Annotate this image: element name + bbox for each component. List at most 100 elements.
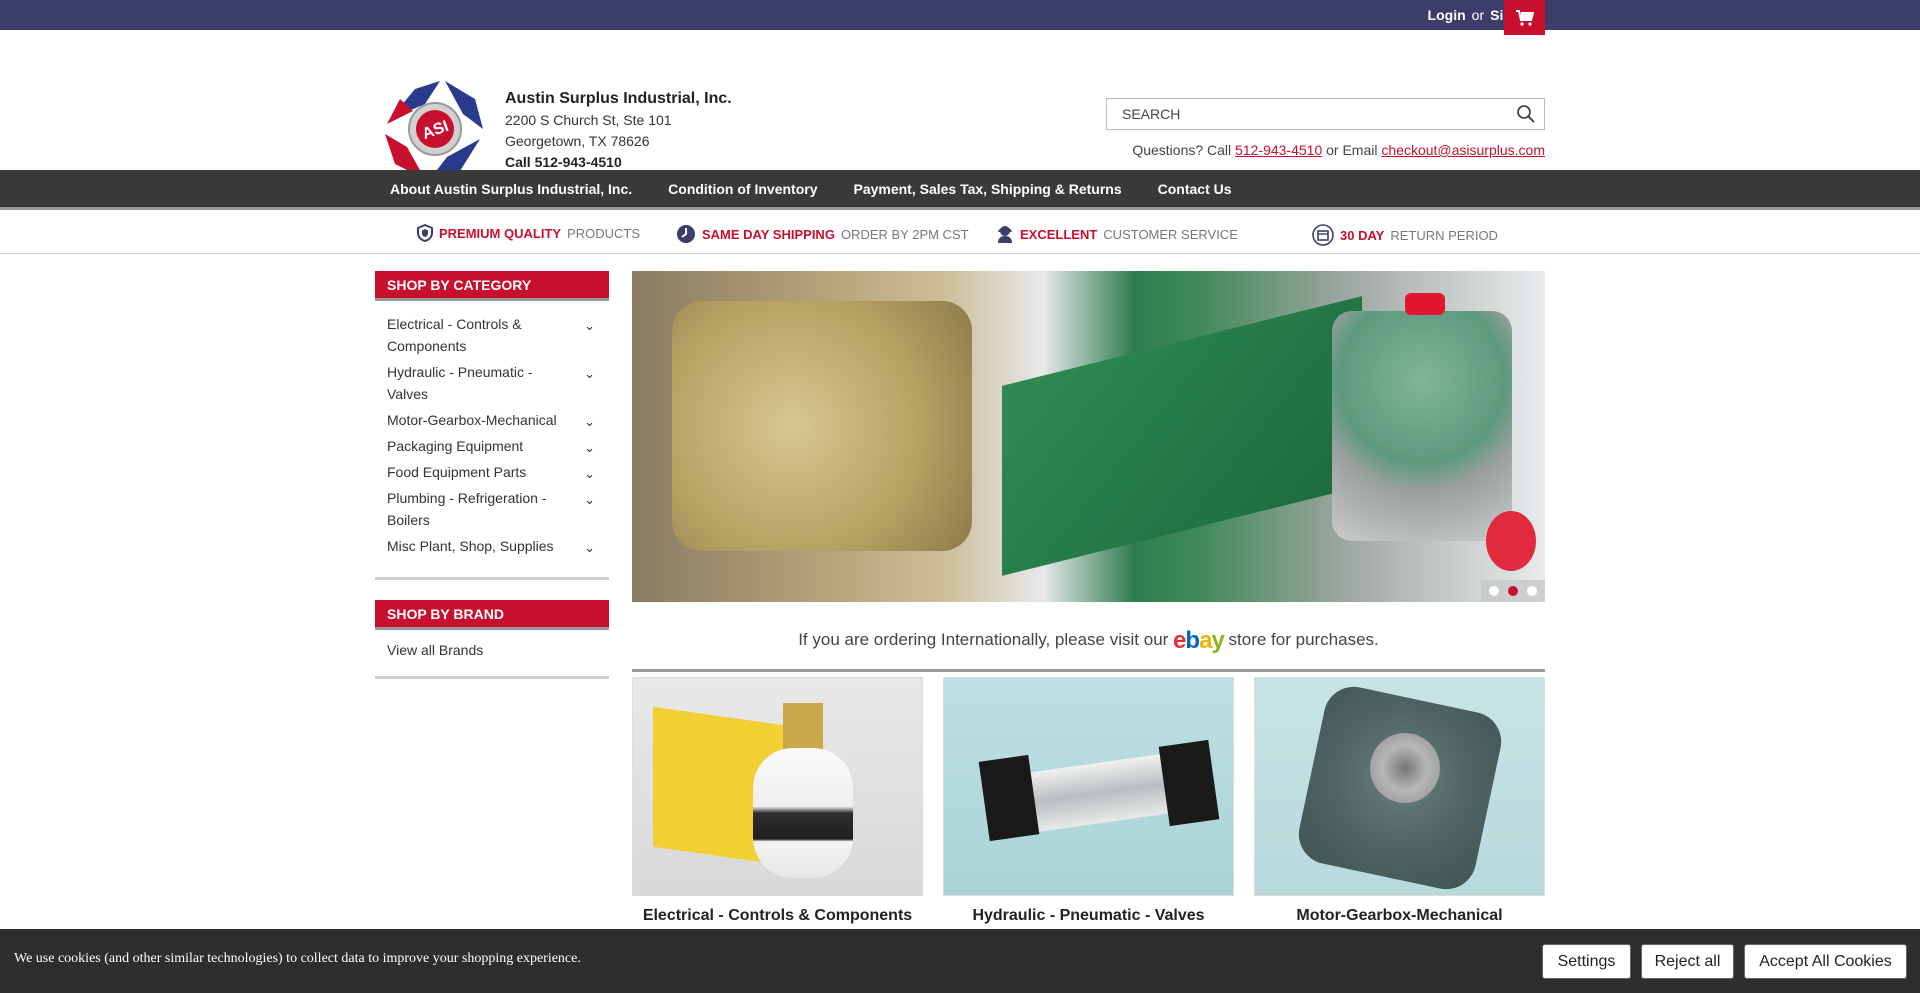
category-label[interactable]: Packaging Equipment — [387, 438, 523, 454]
tile-caption[interactable]: Motor-Gearbox-Mechanical — [1254, 907, 1545, 925]
category-label[interactable]: Electrical - Controls & Components — [387, 316, 522, 354]
view-all-brands-link[interactable]: View all Brands — [375, 630, 609, 676]
international-notice: If you are ordering Internationally, ple… — [632, 627, 1545, 672]
company-info: Austin Surplus Industrial, Inc. 2200 S C… — [505, 88, 732, 173]
company-address-line1: 2200 S Church St, Ste 101 — [505, 112, 672, 128]
chevron-down-icon[interactable]: ⌄ — [584, 363, 595, 385]
questions-prefix: Questions? Call — [1132, 142, 1232, 158]
intl-text-after: store for purchases. — [1228, 630, 1379, 649]
nav-item-payment[interactable]: Payment, Sales Tax, Shipping & Returns — [853, 181, 1121, 197]
category-tile[interactable]: Electrical - Controls & Components — [632, 677, 923, 925]
nav-item-about[interactable]: About Austin Surplus Industrial, Inc. — [390, 181, 632, 197]
hero-carousel[interactable] — [632, 271, 1545, 602]
perk-returns-bold: 30 DAY — [1340, 227, 1385, 243]
valve-cap — [1405, 293, 1445, 315]
nav-item-contact[interactable]: Contact Us — [1158, 181, 1232, 197]
perk-quality: PREMIUM QUALITY PRODUCTS — [417, 224, 640, 242]
tile-image[interactable] — [943, 677, 1234, 896]
bearing-hole-shape — [1370, 733, 1440, 803]
carousel-dots — [1481, 580, 1545, 602]
perk-shipping-bold: SAME DAY SHIPPING — [702, 226, 835, 242]
perk-quality-bold: PREMIUM QUALITY — [439, 225, 562, 241]
prong-shape — [783, 703, 823, 753]
category-label[interactable]: Food Equipment Parts — [387, 464, 526, 480]
contact-line: Questions? Call 512-943-4510 or Email ch… — [1132, 142, 1545, 158]
headset-icon — [998, 226, 1012, 243]
top-bar: Login or Sign Up — [0, 0, 1920, 35]
perk-shipping: SAME DAY SHIPPING ORDER BY 2PM CST — [676, 224, 969, 244]
category-tile[interactable]: Motor-Gearbox-Mechanical — [1254, 677, 1545, 925]
phone-link[interactable]: 512-943-4510 — [1235, 142, 1322, 158]
tile-image[interactable] — [1254, 677, 1545, 896]
cart-icon — [1515, 9, 1534, 26]
category-label[interactable]: Motor-Gearbox-Mechanical — [387, 412, 557, 428]
carousel-dot-3[interactable] — [1526, 586, 1537, 596]
perk-returns-rest: RETURN PERIOD — [1390, 227, 1498, 243]
questions-middle: or Email — [1326, 142, 1378, 158]
carousel-dot-1[interactable] — [1489, 586, 1500, 596]
chevron-down-icon[interactable]: ⌄ — [584, 463, 595, 485]
category-item[interactable]: Hydraulic - Pneumatic - Valves ⌄ — [387, 361, 597, 405]
motor-image — [672, 301, 972, 551]
calendar-icon — [1312, 224, 1334, 246]
category-item[interactable]: Packaging Equipment ⌄ — [387, 435, 597, 457]
cookie-banner: We use cookies (and other similar techno… — [0, 929, 1920, 993]
category-label[interactable]: Hydraulic - Pneumatic - Valves — [387, 364, 533, 402]
perk-service-rest: CUSTOMER SERVICE — [1103, 226, 1238, 242]
perk-service: EXCELLENT CUSTOMER SERVICE — [996, 224, 1238, 244]
search-placeholder: SEARCH — [1122, 106, 1181, 122]
perk-service-bold: EXCELLENT — [1020, 226, 1098, 242]
chevron-down-icon[interactable]: ⌄ — [584, 437, 595, 459]
cylinder-cap — [978, 754, 1040, 842]
category-heading: SHOP BY CATEGORY — [375, 271, 609, 301]
perk-returns: 30 DAY RETURN PERIOD — [1312, 224, 1498, 246]
company-address-line2: Georgetown, TX 78626 — [505, 133, 650, 149]
ebay-letter: e — [1173, 627, 1186, 654]
category-label[interactable]: Plumbing - Refrigeration - Boilers — [387, 490, 547, 528]
chevron-down-icon[interactable]: ⌄ — [584, 411, 595, 433]
login-link[interactable]: Login — [1428, 7, 1466, 23]
ebay-letter: y — [1211, 627, 1224, 654]
category-list: Electrical - Controls & Components ⌄ Hydr… — [375, 301, 609, 577]
category-tile[interactable]: Hydraulic - Pneumatic - Valves — [943, 677, 1234, 925]
ebay-letter: b — [1185, 627, 1200, 654]
cookie-reject-button[interactable]: Reject all — [1641, 944, 1734, 979]
category-item[interactable]: Misc Plant, Shop, Supplies ⌄ — [387, 535, 597, 557]
perk-shipping-rest: ORDER BY 2PM CST — [840, 226, 969, 242]
carousel-dot-2[interactable] — [1507, 586, 1518, 596]
perks-bar: PREMIUM QUALITY PRODUCTS SAME DAY SHIPPI… — [0, 213, 1920, 254]
category-tiles: Electrical - Controls & Components Hydra… — [632, 677, 1545, 925]
chevron-down-icon[interactable]: ⌄ — [584, 315, 595, 337]
cookie-settings-button[interactable]: Settings — [1542, 944, 1631, 979]
tile-image[interactable] — [632, 677, 923, 896]
clock-icon — [677, 225, 695, 243]
shield-icon — [417, 224, 433, 242]
tile-caption[interactable]: Hydraulic - Pneumatic - Valves — [943, 907, 1234, 925]
tile-caption[interactable]: Electrical - Controls & Components — [632, 907, 923, 925]
category-item[interactable]: Motor-Gearbox-Mechanical ⌄ — [387, 409, 597, 431]
or-text: or — [1471, 7, 1485, 23]
search-input[interactable]: SEARCH — [1106, 98, 1545, 130]
category-item[interactable]: Electrical - Controls & Components ⌄ — [387, 313, 597, 357]
category-item[interactable]: Plumbing - Refrigeration - Boilers ⌄ — [387, 487, 597, 531]
plug-shape — [753, 748, 853, 878]
category-item[interactable]: Food Equipment Parts ⌄ — [387, 461, 597, 483]
email-link[interactable]: checkout@asisurplus.com — [1381, 142, 1545, 158]
perk-quality-rest: PRODUCTS — [567, 225, 641, 241]
circuit-board-image — [1002, 296, 1362, 576]
company-name: Austin Surplus Industrial, Inc. — [505, 90, 732, 107]
brand-heading: SHOP BY BRAND — [375, 600, 609, 630]
intl-text-before: If you are ordering Internationally, ple… — [798, 630, 1169, 649]
cylinder-cap — [1158, 739, 1220, 827]
valve-outlet — [1486, 511, 1536, 571]
valve-image — [1332, 311, 1512, 541]
nav-item-condition[interactable]: Condition of Inventory — [668, 181, 817, 197]
header: ASI Austin Surplus Industrial, Inc. 2200… — [0, 30, 1920, 187]
chevron-down-icon[interactable]: ⌄ — [584, 537, 595, 559]
chevron-down-icon[interactable]: ⌄ — [584, 489, 595, 511]
cookie-accept-button[interactable]: Accept All Cookies — [1744, 944, 1907, 979]
category-label[interactable]: Misc Plant, Shop, Supplies — [387, 538, 554, 554]
ebay-logo[interactable]: ebay — [1173, 627, 1225, 654]
search-icon[interactable] — [1516, 104, 1536, 124]
cookie-message: We use cookies (and other similar techno… — [14, 951, 581, 966]
